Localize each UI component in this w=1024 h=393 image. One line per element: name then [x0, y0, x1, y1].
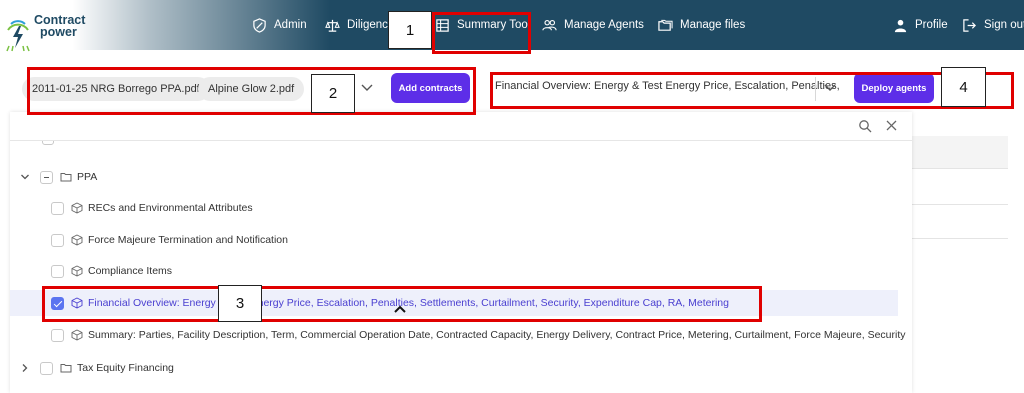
close-icon[interactable]	[885, 119, 898, 132]
tree-item[interactable]: RECs and Environmental Attributes	[51, 198, 253, 218]
page: Contract power Admin Diligence Summary T…	[0, 0, 1024, 393]
tree-checkbox[interactable]	[51, 264, 64, 278]
cube-icon	[71, 329, 83, 341]
tree-item[interactable]: Summary: Parties, Facility Description, …	[51, 325, 906, 345]
tree-item[interactable]: Force Majeure Termination and Notificati…	[51, 230, 288, 250]
tree-checkbox[interactable]	[40, 361, 53, 375]
logo[interactable]: Contract power	[6, 14, 106, 58]
bg-table-line	[912, 238, 1008, 239]
annotation-box	[490, 72, 1014, 109]
nav-sign-out-label: Sign out	[984, 19, 1024, 31]
bg-table-line	[912, 168, 1008, 169]
tree-item[interactable]: Compliance Items	[51, 261, 172, 281]
tree-item-label: RECs and Environmental Attributes	[88, 202, 253, 214]
tree-checkbox[interactable]	[51, 201, 64, 215]
cube-icon	[71, 234, 83, 246]
nav-manage-agents[interactable]: Manage Agents	[542, 15, 644, 35]
annotation-number: 2	[311, 74, 355, 113]
folders-icon	[658, 19, 673, 31]
nav-diligence[interactable]: Diligence	[325, 15, 394, 35]
tree-folder-ppa[interactable]: PPA	[20, 167, 97, 187]
annotation-number: 4	[941, 67, 986, 107]
logo-text-bottom: power	[40, 25, 77, 39]
cube-icon	[71, 202, 83, 214]
nav-profile[interactable]: Profile	[893, 15, 948, 35]
annotation-box	[27, 67, 476, 115]
search-divider	[10, 140, 912, 141]
tree-checkbox[interactable]	[51, 328, 64, 342]
nav-manage-files[interactable]: Manage files	[658, 15, 745, 35]
nav-manage-files-label: Manage files	[680, 19, 746, 31]
bg-table-line	[912, 204, 1008, 205]
nav-profile-label: Profile	[915, 19, 948, 31]
users-icon	[542, 19, 557, 30]
tree-checkbox[interactable]	[51, 233, 64, 247]
tree-folder-label: PPA	[77, 171, 98, 183]
user-icon	[894, 19, 907, 32]
nav-sign-out[interactable]: Sign out	[962, 15, 1024, 35]
sign-out-icon	[963, 18, 976, 32]
chevron-right-icon[interactable]	[20, 363, 30, 373]
annotation-box	[432, 12, 531, 54]
scale-icon	[325, 19, 340, 32]
nav-manage-agents-label: Manage Agents	[564, 19, 644, 31]
annotation-box	[42, 286, 762, 322]
scrolled-row-edge	[22, 141, 62, 147]
tree-item-label: Force Majeure Termination and Notificati…	[88, 234, 288, 246]
tree-folder-tax-equity[interactable]: Tax Equity Financing	[20, 358, 174, 378]
tree-checkbox[interactable]	[40, 170, 53, 184]
folder-icon	[60, 364, 72, 373]
logo-bolt-icon	[6, 20, 30, 52]
folder-icon	[60, 173, 72, 182]
agent-tree-dropdown	[10, 112, 912, 393]
tree-item-label: Compliance Items	[88, 265, 173, 277]
annotation-number: 1	[388, 11, 432, 49]
annotation-number: 3	[218, 285, 262, 322]
cube-icon	[71, 265, 83, 277]
chevron-down-icon[interactable]	[20, 172, 30, 182]
tree-folder-label: Tax Equity Financing	[77, 362, 174, 374]
tree-item-label: Summary: Parties, Facility Description, …	[88, 329, 906, 341]
nav-admin-label: Admin	[274, 19, 307, 31]
bg-table-header	[912, 136, 1008, 168]
search-icon[interactable]	[858, 119, 872, 133]
nav-admin[interactable]: Admin	[252, 15, 307, 35]
shield-icon	[253, 17, 266, 33]
